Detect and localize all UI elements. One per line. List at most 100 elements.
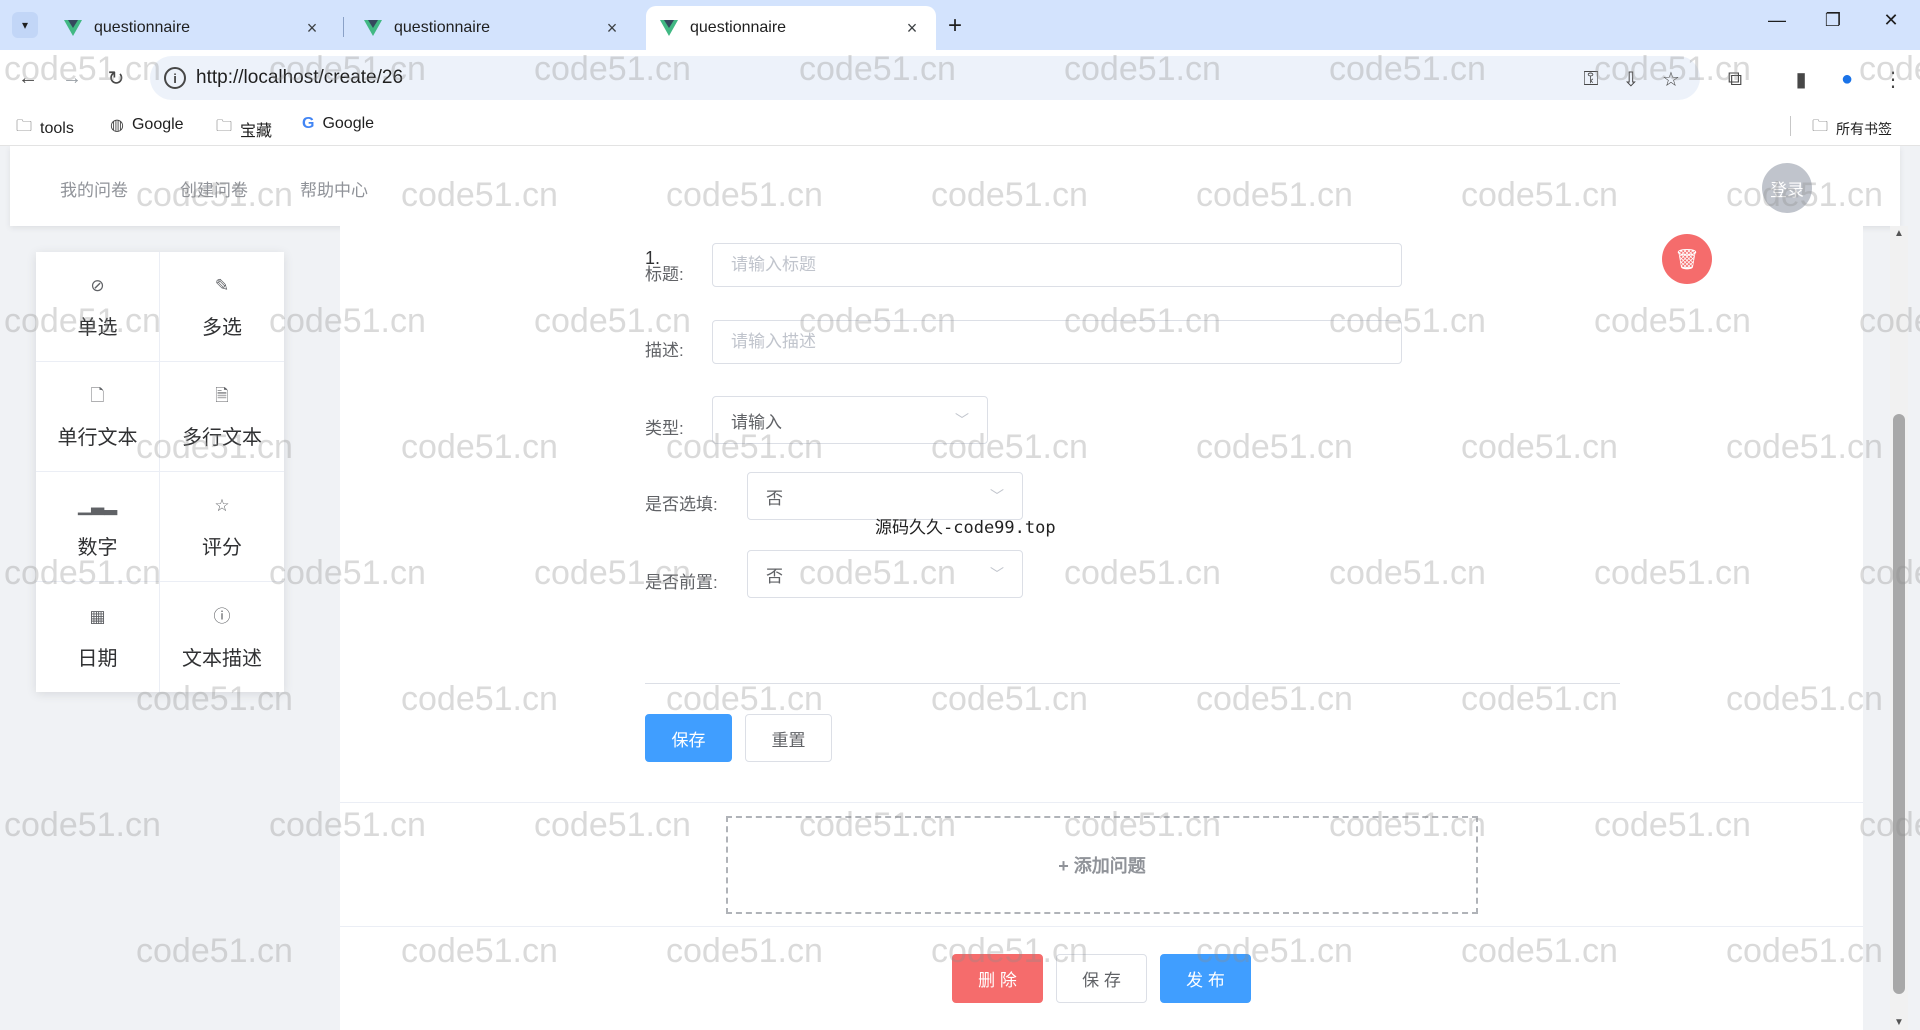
type-select-value: 请输入: [731, 412, 782, 432]
chevron-down-icon: ﹀: [990, 488, 1004, 504]
vue-logo-icon: [364, 20, 382, 36]
browser-toolbar: ← → ↻ i http://localhost/create/26 ⚿ ⇩ ☆…: [0, 50, 1920, 106]
site-info-icon[interactable]: i: [164, 67, 186, 89]
address-bar[interactable]: i http://localhost/create/26: [150, 56, 1700, 100]
page-viewport: 我的问卷 创建问卷 帮助中心 登录 ⊘ 单选 ✎ 多选 🗋 单行文本 🗎 多行文…: [0, 146, 1920, 1030]
all-bookmarks[interactable]: 🗀 所有书签: [1812, 115, 1892, 142]
nav-create-questionnaire[interactable]: 创建问卷: [180, 176, 248, 201]
browser-tab-2[interactable]: questionnaire ×: [350, 6, 636, 50]
question-save-button[interactable]: 保存: [645, 714, 732, 762]
form-divider: [645, 683, 1620, 684]
new-tab-button[interactable]: +: [948, 12, 962, 40]
forward-arrow-icon[interactable]: →: [60, 66, 84, 90]
tab-search-button[interactable]: ▾: [12, 12, 38, 38]
bookmark-label: tools: [40, 119, 74, 137]
bookmark-google-1[interactable]: ◍ Google: [110, 115, 184, 135]
star-bookmark-icon[interactable]: ☆: [1658, 66, 1684, 92]
bookmarks-divider: [1790, 116, 1791, 136]
publish-questionnaire-button[interactable]: 发 布: [1160, 954, 1251, 1003]
type-select[interactable]: 请输入 ﹀: [712, 396, 988, 444]
palette-label: 日期: [77, 647, 118, 670]
bookmark-treasure[interactable]: 🗀 宝藏: [216, 115, 272, 142]
scroll-up-icon[interactable]: ▲: [1890, 228, 1908, 239]
info-icon: ⓘ: [213, 606, 231, 626]
close-icon[interactable]: ×: [302, 18, 322, 39]
app-header: 我的问卷 创建问卷 帮助中心 登录: [10, 146, 1900, 226]
palette-item-single-choice[interactable]: ⊘ 单选: [36, 252, 160, 362]
add-question-button[interactable]: + 添加问题: [726, 816, 1478, 914]
vue-logo-icon: [64, 20, 82, 36]
palette-item-number[interactable]: ▁▃▂ 数字: [36, 472, 160, 582]
palette-item-rating[interactable]: ☆ 评分: [160, 472, 284, 582]
key-icon[interactable]: ⚿: [1578, 66, 1604, 92]
title-label: 标题:: [645, 265, 684, 284]
url-text[interactable]: http://localhost/create/26: [196, 67, 403, 89]
delete-question-button[interactable]: 🗑: [1662, 234, 1712, 284]
close-icon[interactable]: ×: [902, 18, 922, 39]
star-icon: ☆: [214, 496, 230, 515]
bookmarks-bar: 🗀 tools ◍ Google 🗀 宝藏 G Google 🗀 所有书签: [0, 106, 1920, 146]
palette-item-date[interactable]: ▦ 日期: [36, 582, 160, 692]
globe-icon: ◍: [110, 117, 124, 134]
folder-icon: 🗀: [216, 118, 233, 135]
overlay-watermark-text: 源码久久-code99.top: [875, 518, 1056, 538]
document-lines-icon: 🗎: [215, 386, 229, 405]
palette-item-single-line-text[interactable]: 🗋 单行文本: [36, 362, 160, 472]
palette-label: 多行文本: [182, 427, 262, 449]
palette-item-multi-choice[interactable]: ✎ 多选: [160, 252, 284, 362]
palette-item-text-description[interactable]: ⓘ 文本描述: [160, 582, 284, 692]
document-icon: 🗋: [90, 386, 105, 405]
folder-icon: 🗀: [16, 118, 33, 135]
restore-icon[interactable]: ❐: [1818, 10, 1848, 31]
bar-chart-icon: ▁▃▂: [77, 496, 118, 515]
install-app-icon[interactable]: ⇩: [1618, 66, 1644, 92]
tab-title: questionnaire: [690, 19, 787, 36]
page-scrollbar[interactable]: ▲ ▼: [1890, 226, 1908, 1030]
nav-help-center[interactable]: 帮助中心: [300, 176, 368, 201]
extensions-icon[interactable]: ⧉: [1722, 66, 1748, 92]
login-avatar[interactable]: 登录: [1762, 163, 1812, 213]
browser-tab-3-active[interactable]: questionnaire ×: [646, 6, 936, 50]
question-card: 1. 🗑 标题: 描述: 类型: 请输入 ﹀ 是否选填: 否 ﹀ 是否前置: 否…: [340, 226, 1863, 803]
check-circle-icon: ⊘: [90, 276, 105, 295]
all-bookmarks-label: 所有书签: [1836, 120, 1893, 137]
optional-select-value: 否: [766, 488, 783, 508]
side-panel-icon[interactable]: ▮: [1788, 66, 1814, 92]
prefix-label: 是否前置:: [645, 573, 718, 592]
edit-icon: ✎: [214, 276, 230, 295]
browser-tabstrip: ▾ questionnaire × questionnaire × questi…: [0, 0, 1920, 50]
chevron-down-icon: ﹀: [955, 412, 969, 428]
profile-icon[interactable]: ●: [1834, 66, 1860, 92]
bookmark-tools[interactable]: 🗀 tools: [16, 115, 74, 142]
prefix-select[interactable]: 否 ﹀: [747, 550, 1023, 598]
questionnaire-editor: 1. 🗑 标题: 描述: 类型: 请输入 ﹀ 是否选填: 否 ﹀ 是否前置: 否…: [340, 226, 1863, 1030]
question-reset-button[interactable]: 重置: [745, 714, 832, 762]
window-close-icon[interactable]: ✕: [1876, 10, 1906, 31]
prefix-select-value: 否: [766, 566, 783, 586]
browser-tab-1[interactable]: questionnaire ×: [50, 6, 336, 50]
folder-icon: 🗀: [1812, 118, 1829, 135]
description-label: 描述:: [645, 341, 684, 360]
close-icon[interactable]: ×: [602, 18, 622, 39]
delete-questionnaire-button[interactable]: 删 除: [952, 954, 1043, 1003]
scroll-thumb[interactable]: [1893, 414, 1905, 994]
palette-label: 数字: [77, 537, 118, 559]
minimize-icon[interactable]: —: [1762, 10, 1792, 31]
type-label: 类型:: [645, 419, 684, 438]
footer-divider: [340, 926, 1863, 927]
reload-icon[interactable]: ↻: [104, 66, 128, 90]
title-input[interactable]: [712, 243, 1402, 287]
vue-logo-icon: [660, 20, 678, 36]
back-arrow-icon[interactable]: ←: [16, 66, 40, 90]
menu-dots-icon[interactable]: ⋮: [1880, 66, 1906, 92]
nav-my-questionnaires[interactable]: 我的问卷: [60, 176, 128, 201]
scroll-down-icon[interactable]: ▼: [1890, 1017, 1908, 1028]
palette-label: 评分: [202, 537, 242, 559]
bookmark-google-2[interactable]: G Google: [302, 115, 374, 133]
save-questionnaire-button[interactable]: 保 存: [1056, 954, 1147, 1003]
tab-title: questionnaire: [394, 19, 491, 36]
description-input[interactable]: [712, 320, 1402, 364]
question-type-palette: ⊘ 单选 ✎ 多选 🗋 单行文本 🗎 多行文本 ▁▃▂ 数字 ☆ 评分 ▦ 日期…: [36, 252, 284, 692]
palette-item-multi-line-text[interactable]: 🗎 多行文本: [160, 362, 284, 472]
palette-label: 多选: [202, 317, 242, 339]
